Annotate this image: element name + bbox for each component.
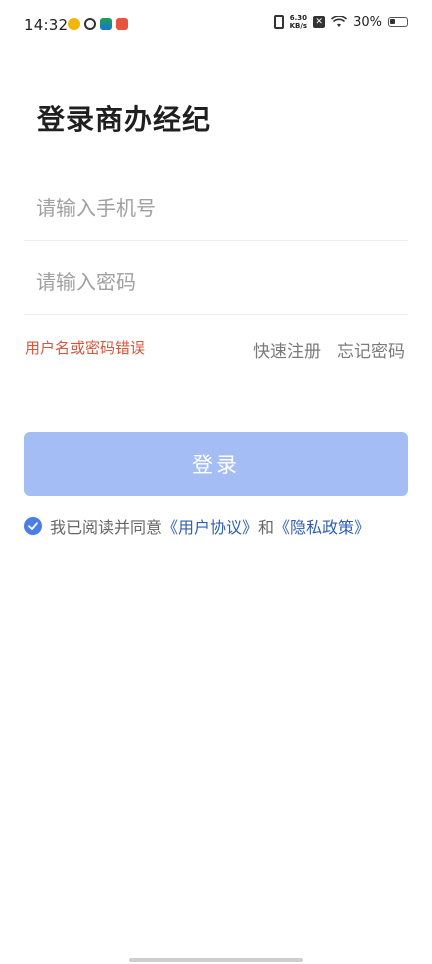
agreement-and: 和 — [258, 518, 275, 537]
net-speed-value: 6.30 — [289, 14, 307, 22]
app-icon — [100, 18, 112, 30]
weibo-icon — [68, 18, 80, 30]
agreement-row: 我已阅读并同意 《用户协议》 和 《隐私政策》 — [24, 514, 370, 538]
loop-icon — [84, 18, 96, 30]
checkbox-checked-icon[interactable] — [24, 517, 42, 535]
forgot-password-link[interactable]: 忘记密码 — [337, 337, 405, 362]
user-agreement-link[interactable]: 《用户协议》 — [162, 514, 258, 538]
close-box-icon: ✕ — [313, 16, 326, 28]
agreement-prefix: 我已阅读并同意 — [50, 518, 163, 537]
page-title: 登录商办经纪 — [37, 103, 212, 136]
login-button[interactable]: 登录 — [24, 432, 408, 496]
notification-icons — [68, 18, 128, 30]
status-right: 6.30 KB/s ✕ 30% — [273, 14, 408, 30]
wifi-icon — [331, 16, 348, 27]
password-input[interactable] — [24, 262, 396, 302]
battery-percent: 30% — [353, 14, 382, 30]
password-field — [24, 262, 408, 315]
register-link[interactable]: 快速注册 — [253, 337, 321, 362]
battery-icon — [388, 17, 408, 27]
phone-field — [24, 188, 408, 241]
vibrate-icon — [273, 15, 284, 29]
error-message: 用户名或密码错误 — [25, 339, 146, 357]
phone-input[interactable] — [24, 188, 396, 228]
net-speed: 6.30 KB/s — [290, 14, 307, 30]
privacy-policy-link[interactable]: 《隐私政策》 — [274, 514, 370, 538]
net-speed-unit: KB/s — [289, 22, 308, 30]
home-indicator[interactable] — [129, 958, 303, 962]
status-bar: 14:32 6.30 KB/s ✕ 30% — [0, 0, 432, 50]
red-app-icon — [116, 18, 128, 30]
status-time: 14:32 — [24, 16, 69, 34]
